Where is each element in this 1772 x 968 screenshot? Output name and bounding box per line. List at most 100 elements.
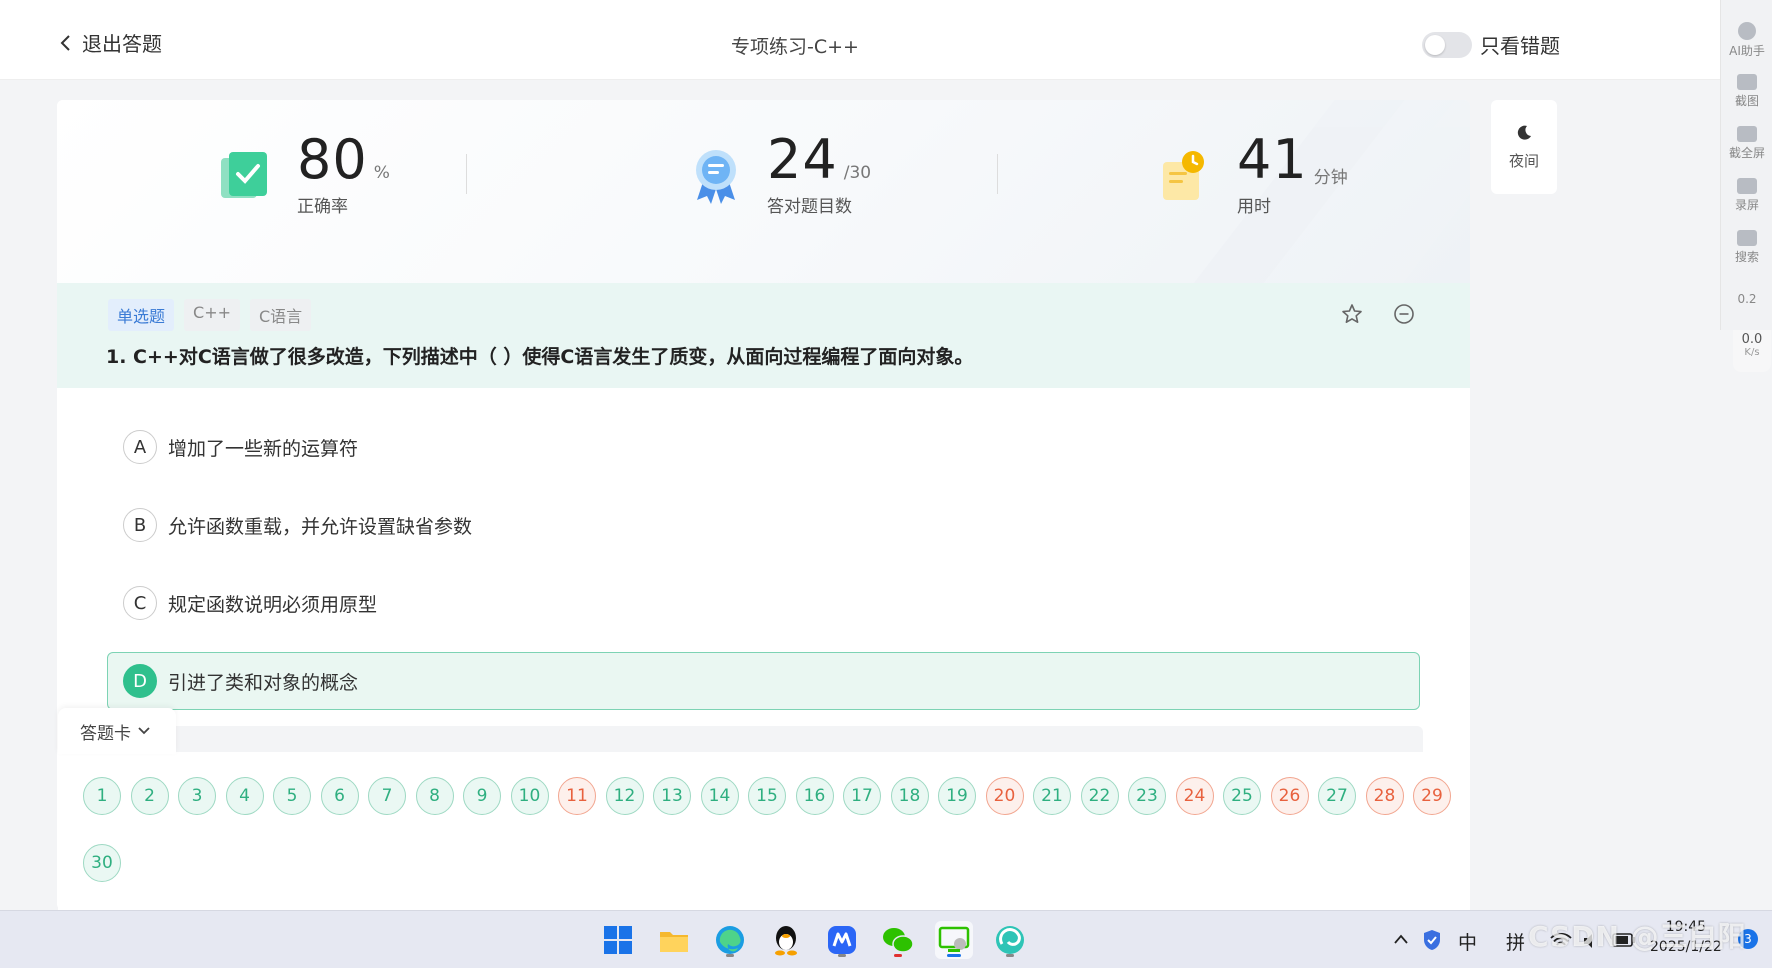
answer-card-item[interactable]: 30 (83, 844, 121, 882)
taskbar-edge[interactable] (711, 921, 749, 959)
tool-fullscreen-capture[interactable]: 截全屏 (1721, 126, 1772, 161)
windows-taskbar: 中 拼 19:45 2025/1/22 3 (0, 910, 1772, 968)
top-bar: 退出答题 专项练习-C++ 只看错题 (0, 0, 1720, 80)
night-mode-button[interactable]: 夜间 (1491, 100, 1557, 194)
answer-card-item[interactable]: 8 (415, 777, 454, 815)
option-letter: D (123, 664, 157, 698)
chevron-up-icon[interactable] (1393, 933, 1409, 945)
answer-card-item[interactable]: 18 (890, 777, 929, 815)
edge-browser-icon (716, 926, 744, 954)
question-tags: 单选题 C++ C语言 (108, 299, 312, 331)
wrong-only-toggle[interactable] (1422, 31, 1472, 58)
answer-card-item[interactable]: 9 (463, 777, 501, 815)
notification-indicator (894, 954, 902, 957)
answer-card-panel: 1 2 3 4 5 6 7 8 9 10 11 12 13 14 15 16 17 18 19 20 21 22 23 24 2… (58, 752, 1470, 910)
time-unit: 分钟 (1313, 168, 1348, 188)
search-icon (1737, 230, 1757, 246)
tool-search[interactable]: 搜索 (1721, 230, 1772, 265)
answer-card-item[interactable]: 10 (510, 777, 549, 815)
tool-label: 搜索 (1734, 250, 1759, 264)
active-indicator (947, 954, 961, 957)
taskbar-wechat[interactable] (879, 921, 917, 959)
answer-card-item[interactable]: 12 (605, 777, 644, 815)
answer-card-item[interactable]: 20 (985, 777, 1024, 815)
wrong-only-filter[interactable]: 只看错题 (1422, 30, 1560, 59)
clock-note-icon (1163, 151, 1204, 200)
answer-card-item[interactable]: 11 (558, 777, 596, 815)
option-c[interactable]: C 规定函数说明必须用原型 (107, 574, 1420, 632)
answer-card-item[interactable]: 15 (748, 777, 786, 815)
option-a[interactable]: A 增加了一些新的运算符 (107, 418, 1420, 476)
answer-card-item[interactable]: 4 (225, 777, 264, 815)
answer-card-item[interactable]: 7 (368, 777, 406, 815)
answer-card-label: 答题卡 (80, 723, 131, 744)
chevron-down-icon (138, 727, 150, 735)
moon-icon (1517, 125, 1531, 140)
screen-app-icon (938, 926, 970, 952)
answer-card-item[interactable]: 25 (1223, 777, 1261, 815)
answer-card-item[interactable]: 17 (843, 777, 881, 815)
answer-card-item[interactable]: 2 (130, 777, 169, 815)
wrong-only-label: 只看错题 (1480, 34, 1560, 58)
taskbar-qq[interactable] (767, 921, 805, 959)
ime-pinyin[interactable]: 拼 (1506, 928, 1525, 955)
stat-divider (466, 154, 467, 194)
running-indicator (838, 954, 846, 957)
option-text: 引进了类和对象的概念 (168, 671, 359, 694)
answer-card-item[interactable]: 6 (320, 777, 359, 815)
taskbar-active-app[interactable] (935, 921, 973, 959)
wechat-icon (883, 928, 914, 953)
correct-count-stat: 24 /30 答对题目数 (687, 130, 871, 217)
taskbar-ai-assistant[interactable] (991, 921, 1029, 959)
answer-card-item[interactable]: 1 (83, 777, 121, 815)
accuracy-stat: 80 % 正确率 (217, 130, 390, 217)
time-stat: 41 分钟 用时 (1157, 130, 1348, 217)
answer-card-item[interactable]: 16 (795, 777, 834, 815)
taskbar-meeting-app[interactable] (823, 921, 861, 959)
option-text: 允许函数重载，并允许设置缺省参数 (168, 515, 473, 538)
answer-card-item[interactable]: 3 (178, 777, 216, 815)
tag-c-language: C语言 (250, 299, 312, 331)
ai-swirl-icon (996, 926, 1024, 954)
accuracy-unit: % (373, 163, 390, 183)
net-up: 0.2 (1721, 292, 1772, 306)
net-down-value: 0.0 (1741, 332, 1763, 347)
answer-card-item[interactable]: 26 (1270, 777, 1309, 815)
ai-assistant-icon (1738, 22, 1756, 40)
answer-card-item[interactable]: 28 (1365, 777, 1404, 815)
tool-ai-assistant[interactable]: AI助手 (1721, 22, 1772, 59)
answer-card-item[interactable]: 21 (1033, 777, 1071, 815)
answer-card-item[interactable]: 27 (1318, 777, 1356, 815)
answer-card-item[interactable]: 22 (1080, 777, 1119, 815)
watermark: CSDN @三白阳 (1528, 920, 1747, 953)
tool-screenshot[interactable]: 截图 (1721, 74, 1772, 109)
stats-panel: 80 % 正确率 24 /30 答对题目数 41 分钟 用时 (57, 100, 1470, 340)
time-label: 用时 (1237, 197, 1271, 217)
answer-card-item[interactable]: 29 (1413, 777, 1451, 815)
ime-mode-zh[interactable]: 中 (1458, 928, 1477, 955)
answer-card-item[interactable]: 14 (700, 777, 739, 815)
taskbar-file-explorer[interactable] (655, 921, 693, 959)
medal-icon (696, 150, 736, 204)
shield-icon[interactable] (1423, 929, 1441, 951)
answer-card-item[interactable]: 13 (653, 777, 691, 815)
star-icon[interactable] (1340, 302, 1364, 326)
option-b[interactable]: B 允许函数重载，并允许设置缺省参数 (107, 496, 1420, 554)
checkbook-icon (221, 152, 267, 198)
correct-count-value: 24 (767, 128, 838, 191)
screenshot-tool-bar: AI助手 截图 截全屏 录屏 搜索 0.2 (1720, 0, 1772, 330)
option-d[interactable]: D 引进了类和对象的概念 (107, 652, 1420, 710)
running-indicator (726, 954, 734, 957)
answer-card-toggle[interactable]: 答题卡 (58, 708, 176, 754)
start-button[interactable] (599, 921, 637, 959)
answer-card-item[interactable]: 24 (1175, 777, 1214, 815)
question-actions (1340, 302, 1416, 326)
tag-cpp: C++ (184, 299, 240, 331)
answer-card-item[interactable]: 5 (273, 777, 311, 815)
accuracy-label: 正确率 (297, 197, 348, 217)
tool-record[interactable]: 录屏 (1721, 178, 1772, 213)
answer-card-item[interactable]: 19 (938, 777, 976, 815)
monitor-icon (1737, 126, 1757, 142)
answer-card-item[interactable]: 23 (1128, 777, 1166, 815)
remove-icon[interactable] (1392, 302, 1416, 326)
